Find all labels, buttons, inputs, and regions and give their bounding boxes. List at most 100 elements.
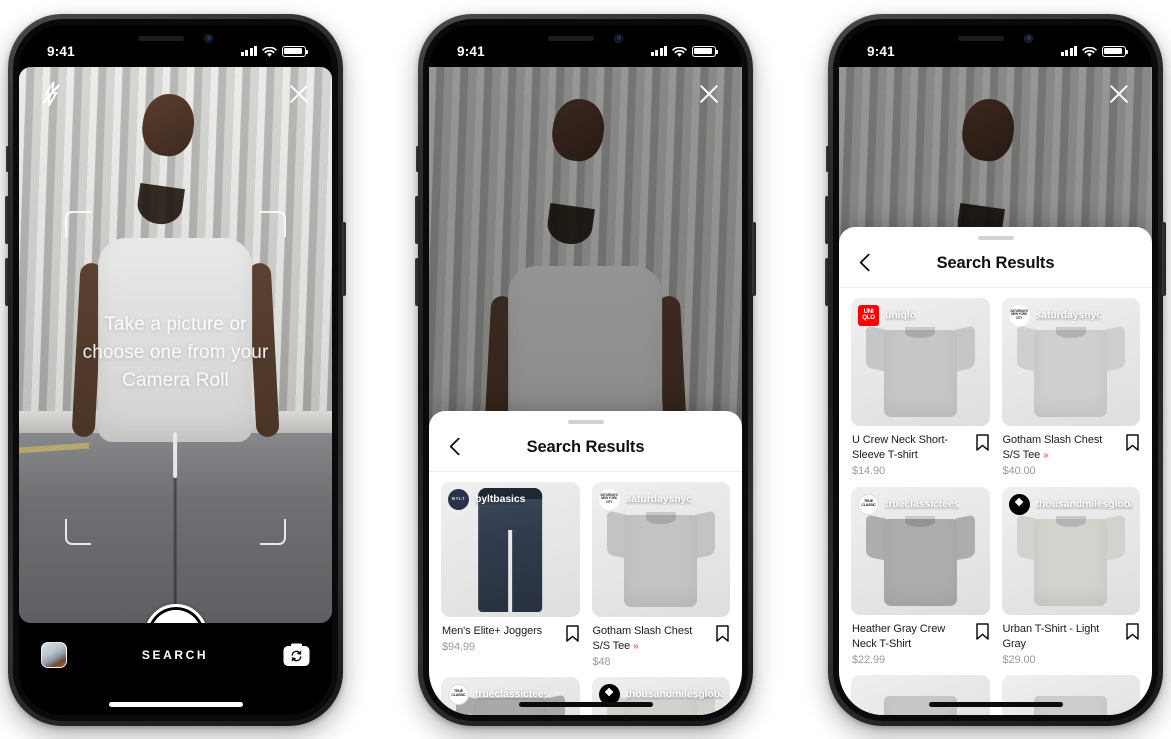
phone-2-screen: 9:41 Search Results BYLT byltbasics Men'…	[429, 24, 742, 715]
close-icon[interactable]	[696, 81, 722, 107]
person-beard	[545, 203, 596, 247]
gallery-thumbnail-icon[interactable]	[41, 641, 67, 668]
tee-body	[1034, 329, 1108, 417]
tee-body	[883, 518, 957, 606]
bookmark-icon[interactable]	[716, 624, 729, 642]
product-price: $14.90	[852, 464, 886, 477]
mute-switch[interactable]	[826, 145, 829, 172]
power-button[interactable]	[342, 221, 346, 296]
home-indicator[interactable]	[928, 701, 1063, 707]
garment-tshirt	[866, 317, 975, 417]
product-card-partial[interactable]: TRUE CLASSIC trueclassictees	[441, 676, 580, 715]
product-card[interactable]: BYLT byltbasics Men's Elite+ Joggers $94…	[441, 481, 580, 668]
power-button[interactable]	[1162, 221, 1166, 296]
product-card[interactable]: TRUE CLASSIC trueclassictees Heather Gra…	[851, 486, 990, 666]
product-card[interactable]: UNI QLO uniqlo U Crew Neck Short-Sleeve …	[851, 297, 990, 477]
product-title: U Crew Neck Short-Sleeve T-shirt	[852, 433, 948, 461]
brand-name: byltbasics	[475, 493, 526, 505]
brand-name: saturdaysnyc	[1035, 309, 1103, 321]
brand-row: ❖ thousandmilesglobal	[1008, 493, 1133, 515]
bookmark-icon[interactable]	[1126, 433, 1139, 451]
search-label[interactable]: SEARCH	[142, 648, 208, 662]
product-title-text: Gotham Slash Chest S/S Tee	[592, 624, 693, 652]
brand-row: TRUE CLASSIC trueclassictees	[858, 493, 983, 515]
product-text: Men's Elite+ Joggers $94.99	[442, 624, 560, 653]
product-text: Gotham Slash Chest S/S Tee » $48	[593, 624, 711, 668]
joggers-drawstring	[173, 431, 178, 478]
product-card[interactable]: ❖ thousandmilesglobal Urban T-Shirt - Li…	[1001, 486, 1141, 666]
brand-name: thousandmilesglobal	[625, 688, 724, 700]
product-card[interactable]: SATURDAYS NEW YORK CITY saturdaysnyc Got…	[591, 481, 730, 668]
bookmark-icon[interactable]	[975, 433, 989, 451]
product-card[interactable]: SATURDAYS NEW YORK CITY saturdaysnyc Got…	[1001, 297, 1140, 477]
brand-logo-icon: ❖	[1008, 493, 1030, 515]
results-scroll-area[interactable]: UNI QLO uniqlo U Crew Neck Short-Sleeve …	[839, 288, 1152, 715]
promo-chevron-icon: »	[1043, 449, 1048, 461]
product-price: $94.99	[442, 640, 476, 653]
brand-name: trueclassictees	[885, 498, 960, 510]
product-text: U Crew Neck Short-Sleeve T-shirt $14.90	[852, 433, 970, 477]
phone-1-camera: 9:41 Take a picture or choose one from y…	[5, 13, 346, 726]
results-scroll-area[interactable]: BYLT byltbasics Men's Elite+ Joggers $94…	[429, 472, 742, 715]
tee-collar	[905, 515, 936, 527]
bookmark-icon[interactable]	[975, 622, 989, 640]
results-grid-partial: TRUE CLASSIC trueclassictees ❖ thousandm…	[441, 676, 730, 715]
product-title-text: Gotham Slash Chest S/S Tee	[1002, 433, 1103, 461]
product-card-partial[interactable]	[1001, 674, 1140, 715]
bookmark-icon[interactable]	[565, 624, 579, 642]
product-title: Gotham Slash Chest S/S Tee »	[1003, 433, 1121, 463]
product-title: Urban T-Shirt - Light Gray	[1002, 622, 1100, 650]
product-meta: U Crew Neck Short-Sleeve T-shirt $14.90	[851, 426, 990, 477]
brand-logo-icon: UNI QLO	[858, 304, 879, 326]
camera-hint-text: Take a picture or choose one from your C…	[19, 311, 332, 395]
volume-down-button[interactable]	[5, 257, 9, 306]
sheet-header: Search Results	[429, 424, 742, 472]
volume-down-button[interactable]	[825, 257, 829, 306]
product-price: $29.00	[1002, 653, 1036, 666]
promo-chevron-icon: »	[633, 640, 638, 652]
front-camera	[614, 33, 623, 43]
camera-flip-icon[interactable]	[283, 643, 310, 667]
close-icon[interactable]	[286, 81, 312, 107]
home-indicator[interactable]	[108, 701, 243, 707]
phone-2-results-half: 9:41 Search Results BYLT byltbasics Men'…	[415, 13, 756, 726]
brand-logo-icon: BYLT	[448, 488, 469, 510]
volume-down-button[interactable]	[415, 257, 419, 306]
tee-collar	[905, 326, 936, 338]
power-button[interactable]	[752, 221, 756, 296]
brand-logo-icon: SATURDAYS NEW YORK CITY	[598, 488, 620, 510]
wifi-icon	[671, 46, 688, 57]
camera-top-controls	[19, 71, 332, 117]
hint-line-1: Take a picture or	[104, 313, 247, 335]
cellular-signal-icon	[650, 46, 667, 56]
search-results-sheet: Search Results UNI QLO uniqlo U Crew Nec…	[839, 226, 1152, 715]
brand-logo-icon: TRUE CLASSIC	[858, 493, 879, 515]
mute-switch[interactable]	[6, 145, 9, 172]
close-icon[interactable]	[1106, 81, 1132, 107]
phone-3-screen: 9:41 Search Results UNI QLO uniqlo U Cre…	[839, 24, 1152, 715]
product-price: $22.99	[852, 653, 886, 666]
flash-off-icon[interactable]	[39, 81, 63, 107]
product-text: Gotham Slash Chest S/S Tee » $40.00	[1003, 433, 1121, 477]
product-image: SATURDAYS NEW YORK CITY saturdaysnyc	[1001, 297, 1140, 426]
cellular-signal-icon	[240, 46, 257, 56]
notch	[511, 24, 660, 52]
brand-name: uniqlo	[885, 309, 916, 321]
product-card-partial[interactable]	[851, 674, 990, 715]
bookmark-icon[interactable]	[1126, 622, 1139, 640]
product-card-partial[interactable]: ❖ thousandmilesglobal	[591, 676, 730, 715]
volume-up-button[interactable]	[415, 195, 419, 244]
tee-collar	[1055, 326, 1086, 338]
home-indicator[interactable]	[518, 701, 653, 707]
battery-icon	[282, 45, 309, 57]
cellular-signal-icon	[1060, 46, 1077, 56]
product-title: Gotham Slash Chest S/S Tee »	[593, 624, 711, 654]
garment-tshirt	[1016, 317, 1125, 417]
mute-switch[interactable]	[416, 145, 419, 172]
volume-up-button[interactable]	[5, 195, 9, 244]
tee-body	[883, 329, 957, 417]
volume-up-button[interactable]	[825, 195, 829, 244]
brand-row: SATURDAYS NEW YORK CITY saturdaysnyc	[1008, 304, 1134, 326]
status-bar-indicators	[240, 45, 309, 57]
product-meta: Urban T-Shirt - Light Gray $29.00	[1002, 615, 1141, 666]
